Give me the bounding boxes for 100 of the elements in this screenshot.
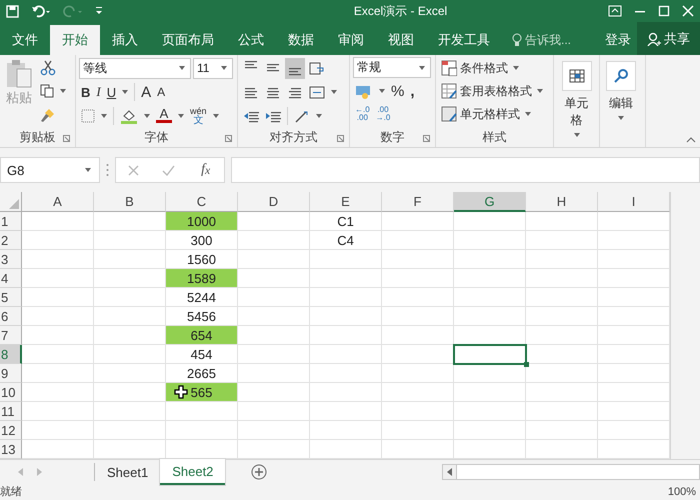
undo-icon[interactable] xyxy=(31,4,51,18)
caret-icon[interactable] xyxy=(101,114,107,118)
row-header[interactable]: 9 xyxy=(0,364,22,383)
row-header[interactable]: 8 xyxy=(0,345,22,364)
editing-button[interactable]: 编辑 xyxy=(603,57,639,127)
row-header[interactable]: 10 xyxy=(0,383,22,402)
dialog-launcher-icon[interactable] xyxy=(63,135,70,142)
scroll-left-icon[interactable] xyxy=(447,468,452,476)
ribbon-tab[interactable]: 审阅 xyxy=(326,25,376,55)
cell-styles-button[interactable]: 单元格样式 xyxy=(439,103,547,125)
selected-cell[interactable] xyxy=(453,344,527,365)
caret-icon[interactable] xyxy=(419,66,425,70)
caret-icon[interactable] xyxy=(212,114,219,118)
caret-icon[interactable] xyxy=(179,66,185,70)
ribbon-tab[interactable]: 视图 xyxy=(376,25,426,55)
underline-button[interactable]: U xyxy=(104,82,118,102)
shrink-font-button[interactable]: A xyxy=(155,82,168,102)
caret-icon[interactable] xyxy=(60,89,66,93)
decrease-decimal-button[interactable]: .00 →.0 xyxy=(374,104,392,126)
percent-button[interactable]: % xyxy=(389,80,406,102)
collapse-ribbon-icon[interactable] xyxy=(686,137,696,143)
horizontal-scrollbar[interactable] xyxy=(442,464,700,480)
sign-in-button[interactable]: 登录 xyxy=(599,25,637,55)
number-format-field[interactable]: 常规 xyxy=(353,57,431,78)
column-header[interactable]: F xyxy=(382,192,454,212)
caret-icon[interactable] xyxy=(618,116,624,120)
caret-icon[interactable] xyxy=(144,114,150,118)
zoom-level[interactable]: 100% xyxy=(668,485,696,499)
increase-decimal-button[interactable]: ←.0 .00 xyxy=(353,104,372,126)
row-header[interactable]: 7 xyxy=(0,326,22,345)
conditional-format-button[interactable]: 条件格式 xyxy=(439,57,547,79)
row-header[interactable]: 5 xyxy=(0,288,22,307)
column-header[interactable]: A xyxy=(22,192,94,212)
ribbon-tab[interactable]: 开始 xyxy=(50,25,100,55)
column-header[interactable]: G xyxy=(454,192,526,212)
caret-icon[interactable] xyxy=(178,114,184,118)
fill-color-icon xyxy=(120,108,138,124)
font-name-field[interactable]: 等线 xyxy=(79,58,191,78)
caret-icon[interactable] xyxy=(331,90,337,94)
row-header[interactable]: 2 xyxy=(0,231,22,250)
align-bottom-button[interactable] xyxy=(285,58,305,78)
row-header[interactable]: 1 xyxy=(0,212,22,231)
caret-icon[interactable] xyxy=(537,89,543,93)
row-header[interactable]: 13 xyxy=(0,440,22,459)
sheet-tab[interactable]: Sheet1 xyxy=(95,459,160,485)
caret-icon[interactable] xyxy=(513,66,519,70)
format-as-table-button[interactable]: 套用表格格式 xyxy=(439,80,547,102)
ribbon-tab[interactable]: 插入 xyxy=(100,25,150,55)
caret-icon[interactable] xyxy=(85,168,91,172)
new-sheet-button[interactable] xyxy=(251,464,268,480)
column-header[interactable]: E xyxy=(310,192,382,212)
font-color-button[interactable]: A xyxy=(154,106,174,126)
table-cell: 654 xyxy=(166,326,237,344)
column-header[interactable]: C xyxy=(166,192,238,212)
phonetic-button[interactable]: wén 文 xyxy=(188,106,209,126)
fill-handle-icon[interactable] xyxy=(524,362,529,367)
vertical-scrollbar[interactable] xyxy=(670,192,700,459)
ribbon-tab[interactable]: 页面布局 xyxy=(150,25,226,55)
row-header[interactable]: 4 xyxy=(0,269,22,288)
row-header[interactable]: 12 xyxy=(0,421,22,440)
format-painter-icon xyxy=(40,106,56,122)
column-header[interactable]: B xyxy=(94,192,166,212)
caret-icon[interactable] xyxy=(574,133,580,137)
share-button[interactable]: 共享 xyxy=(637,22,700,55)
comma-style-button[interactable]: , xyxy=(408,80,417,102)
tell-me-field[interactable]: 告诉我... xyxy=(506,25,578,55)
customize-icon[interactable] xyxy=(95,6,103,16)
caret-icon[interactable] xyxy=(379,89,385,93)
caret-icon[interactable] xyxy=(122,90,128,94)
caret-icon[interactable] xyxy=(221,66,227,70)
ribbon-tab[interactable]: 数据 xyxy=(276,25,326,55)
cells-button[interactable]: 单元格 xyxy=(557,57,596,141)
column-header[interactable]: H xyxy=(526,192,598,212)
caret-icon[interactable] xyxy=(316,114,322,118)
row-header[interactable]: 11 xyxy=(0,402,22,421)
caret-icon[interactable] xyxy=(525,112,531,116)
close-icon[interactable] xyxy=(682,5,694,17)
row-header[interactable]: 3 xyxy=(0,250,22,269)
dialog-launcher-icon[interactable] xyxy=(423,135,430,142)
color-bar-icon xyxy=(156,120,172,122)
ribbon-tab[interactable]: 开发工具 xyxy=(426,25,502,55)
column-header[interactable]: I xyxy=(598,192,670,212)
row-header[interactable]: 6 xyxy=(0,307,22,326)
bold-button[interactable]: B xyxy=(79,82,92,102)
formula-field[interactable] xyxy=(231,157,700,183)
dialog-launcher-icon[interactable] xyxy=(337,135,344,142)
ribbon-tab[interactable]: 公式 xyxy=(226,25,276,55)
group-label: 对齐方式 xyxy=(270,128,318,146)
maximize-icon[interactable] xyxy=(658,5,670,17)
italic-button[interactable]: I xyxy=(94,82,103,102)
font-size-field[interactable]: 11 xyxy=(193,58,233,78)
ribbon-tab[interactable]: 文件 xyxy=(0,25,50,55)
conditional-format-icon xyxy=(441,60,457,76)
dialog-launcher-icon[interactable] xyxy=(225,135,232,142)
sheet-tab[interactable]: Sheet2 xyxy=(160,459,226,485)
save-icon[interactable] xyxy=(6,4,19,18)
ribbon-display-icon[interactable] xyxy=(608,5,622,17)
name-box[interactable]: G8 xyxy=(0,157,100,183)
grow-font-button[interactable]: A xyxy=(139,82,154,102)
column-header[interactable]: D xyxy=(238,192,310,212)
